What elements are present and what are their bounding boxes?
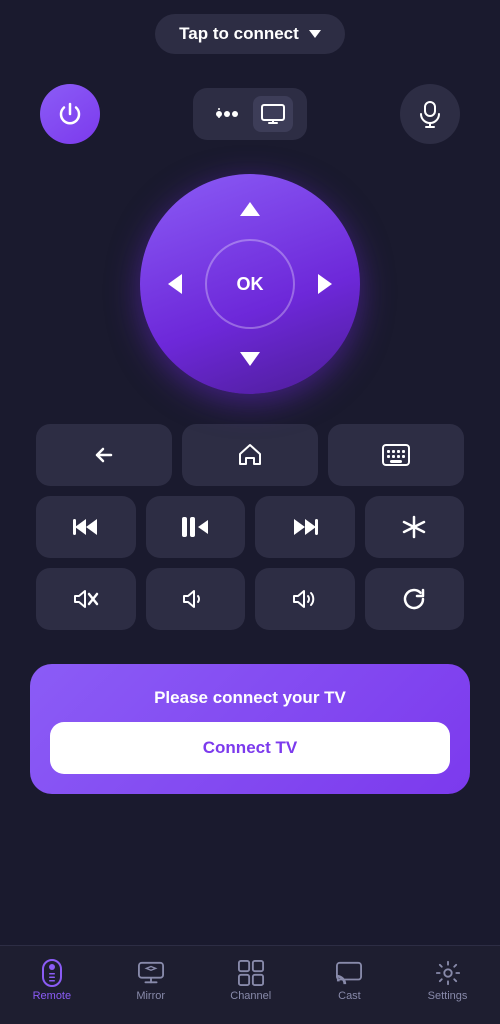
asterisk-icon <box>402 515 426 539</box>
connect-pill[interactable]: Tap to connect <box>155 14 345 54</box>
top-controls <box>0 66 500 154</box>
input-button[interactable] <box>207 96 247 132</box>
dpad-right-button[interactable] <box>300 259 350 309</box>
ok-button[interactable]: OK <box>205 239 295 329</box>
rewind-icon <box>73 517 99 537</box>
nav-label-cast: Cast <box>338 990 361 1002</box>
connect-section: Please connect your TV Connect TV <box>30 664 470 794</box>
play-pause-button[interactable] <box>146 496 246 558</box>
center-controls <box>193 88 307 140</box>
play-pause-icon <box>182 516 208 538</box>
replay-button[interactable] <box>365 568 465 630</box>
nav-label-remote: Remote <box>33 990 72 1002</box>
screen-button[interactable] <box>253 96 293 132</box>
fast-forward-button[interactable] <box>255 496 355 558</box>
nav-item-channel[interactable]: Channel <box>218 956 283 1006</box>
asterisk-button[interactable] <box>365 496 465 558</box>
power-icon <box>56 100 84 128</box>
buttons-grid <box>0 404 500 640</box>
volume-down-button[interactable] <box>146 568 246 630</box>
connect-section-title: Please connect your TV <box>154 688 346 708</box>
connect-tv-button[interactable]: Connect TV <box>50 722 450 774</box>
chevron-down-icon <box>309 30 321 38</box>
nav-item-cast[interactable]: Cast <box>324 956 374 1006</box>
power-button[interactable] <box>40 84 100 144</box>
home-icon <box>237 442 263 468</box>
keyboard-button[interactable] <box>328 424 464 486</box>
channel-icon <box>238 960 264 986</box>
nav-label-channel: Channel <box>230 990 271 1002</box>
home-button[interactable] <box>182 424 318 486</box>
mirror-icon <box>138 960 164 986</box>
back-button[interactable] <box>36 424 172 486</box>
buttons-row-2 <box>36 496 464 558</box>
mute-icon <box>73 588 99 610</box>
microphone-button[interactable] <box>400 84 460 144</box>
arrow-down-icon <box>240 352 260 366</box>
nav-label-mirror: Mirror <box>136 990 165 1002</box>
nav-item-mirror[interactable]: Mirror <box>124 956 177 1006</box>
nav-item-settings[interactable]: Settings <box>416 956 480 1006</box>
remote-icon <box>39 960 65 986</box>
top-bar: Tap to connect <box>0 0 500 66</box>
volume-down-icon <box>182 588 208 610</box>
rewind-button[interactable] <box>36 496 136 558</box>
dpad-down-button[interactable] <box>225 334 275 384</box>
screen-icon <box>261 104 285 124</box>
microphone-icon <box>418 100 442 128</box>
bottom-nav: Remote Mirror Channel <box>0 945 500 1024</box>
arrow-left-icon <box>168 274 182 294</box>
replay-icon <box>401 586 427 612</box>
back-icon <box>92 445 116 465</box>
buttons-row-1 <box>36 424 464 486</box>
connect-label: Tap to connect <box>179 24 299 44</box>
buttons-row-3 <box>36 568 464 630</box>
dpad-container: OK <box>0 154 500 404</box>
volume-up-icon <box>292 588 318 610</box>
settings-icon <box>435 960 461 986</box>
dpad: OK <box>140 174 360 394</box>
nav-label-settings: Settings <box>428 990 468 1002</box>
volume-up-button[interactable] <box>255 568 355 630</box>
dpad-left-button[interactable] <box>150 259 200 309</box>
arrow-right-icon <box>318 274 332 294</box>
arrow-up-icon <box>240 202 260 216</box>
dpad-up-button[interactable] <box>225 184 275 234</box>
fast-forward-icon <box>292 517 318 537</box>
input-switch-icon <box>214 103 240 125</box>
mute-button[interactable] <box>36 568 136 630</box>
nav-item-remote[interactable]: Remote <box>21 956 84 1006</box>
cast-icon <box>336 960 362 986</box>
keyboard-icon <box>382 444 410 466</box>
